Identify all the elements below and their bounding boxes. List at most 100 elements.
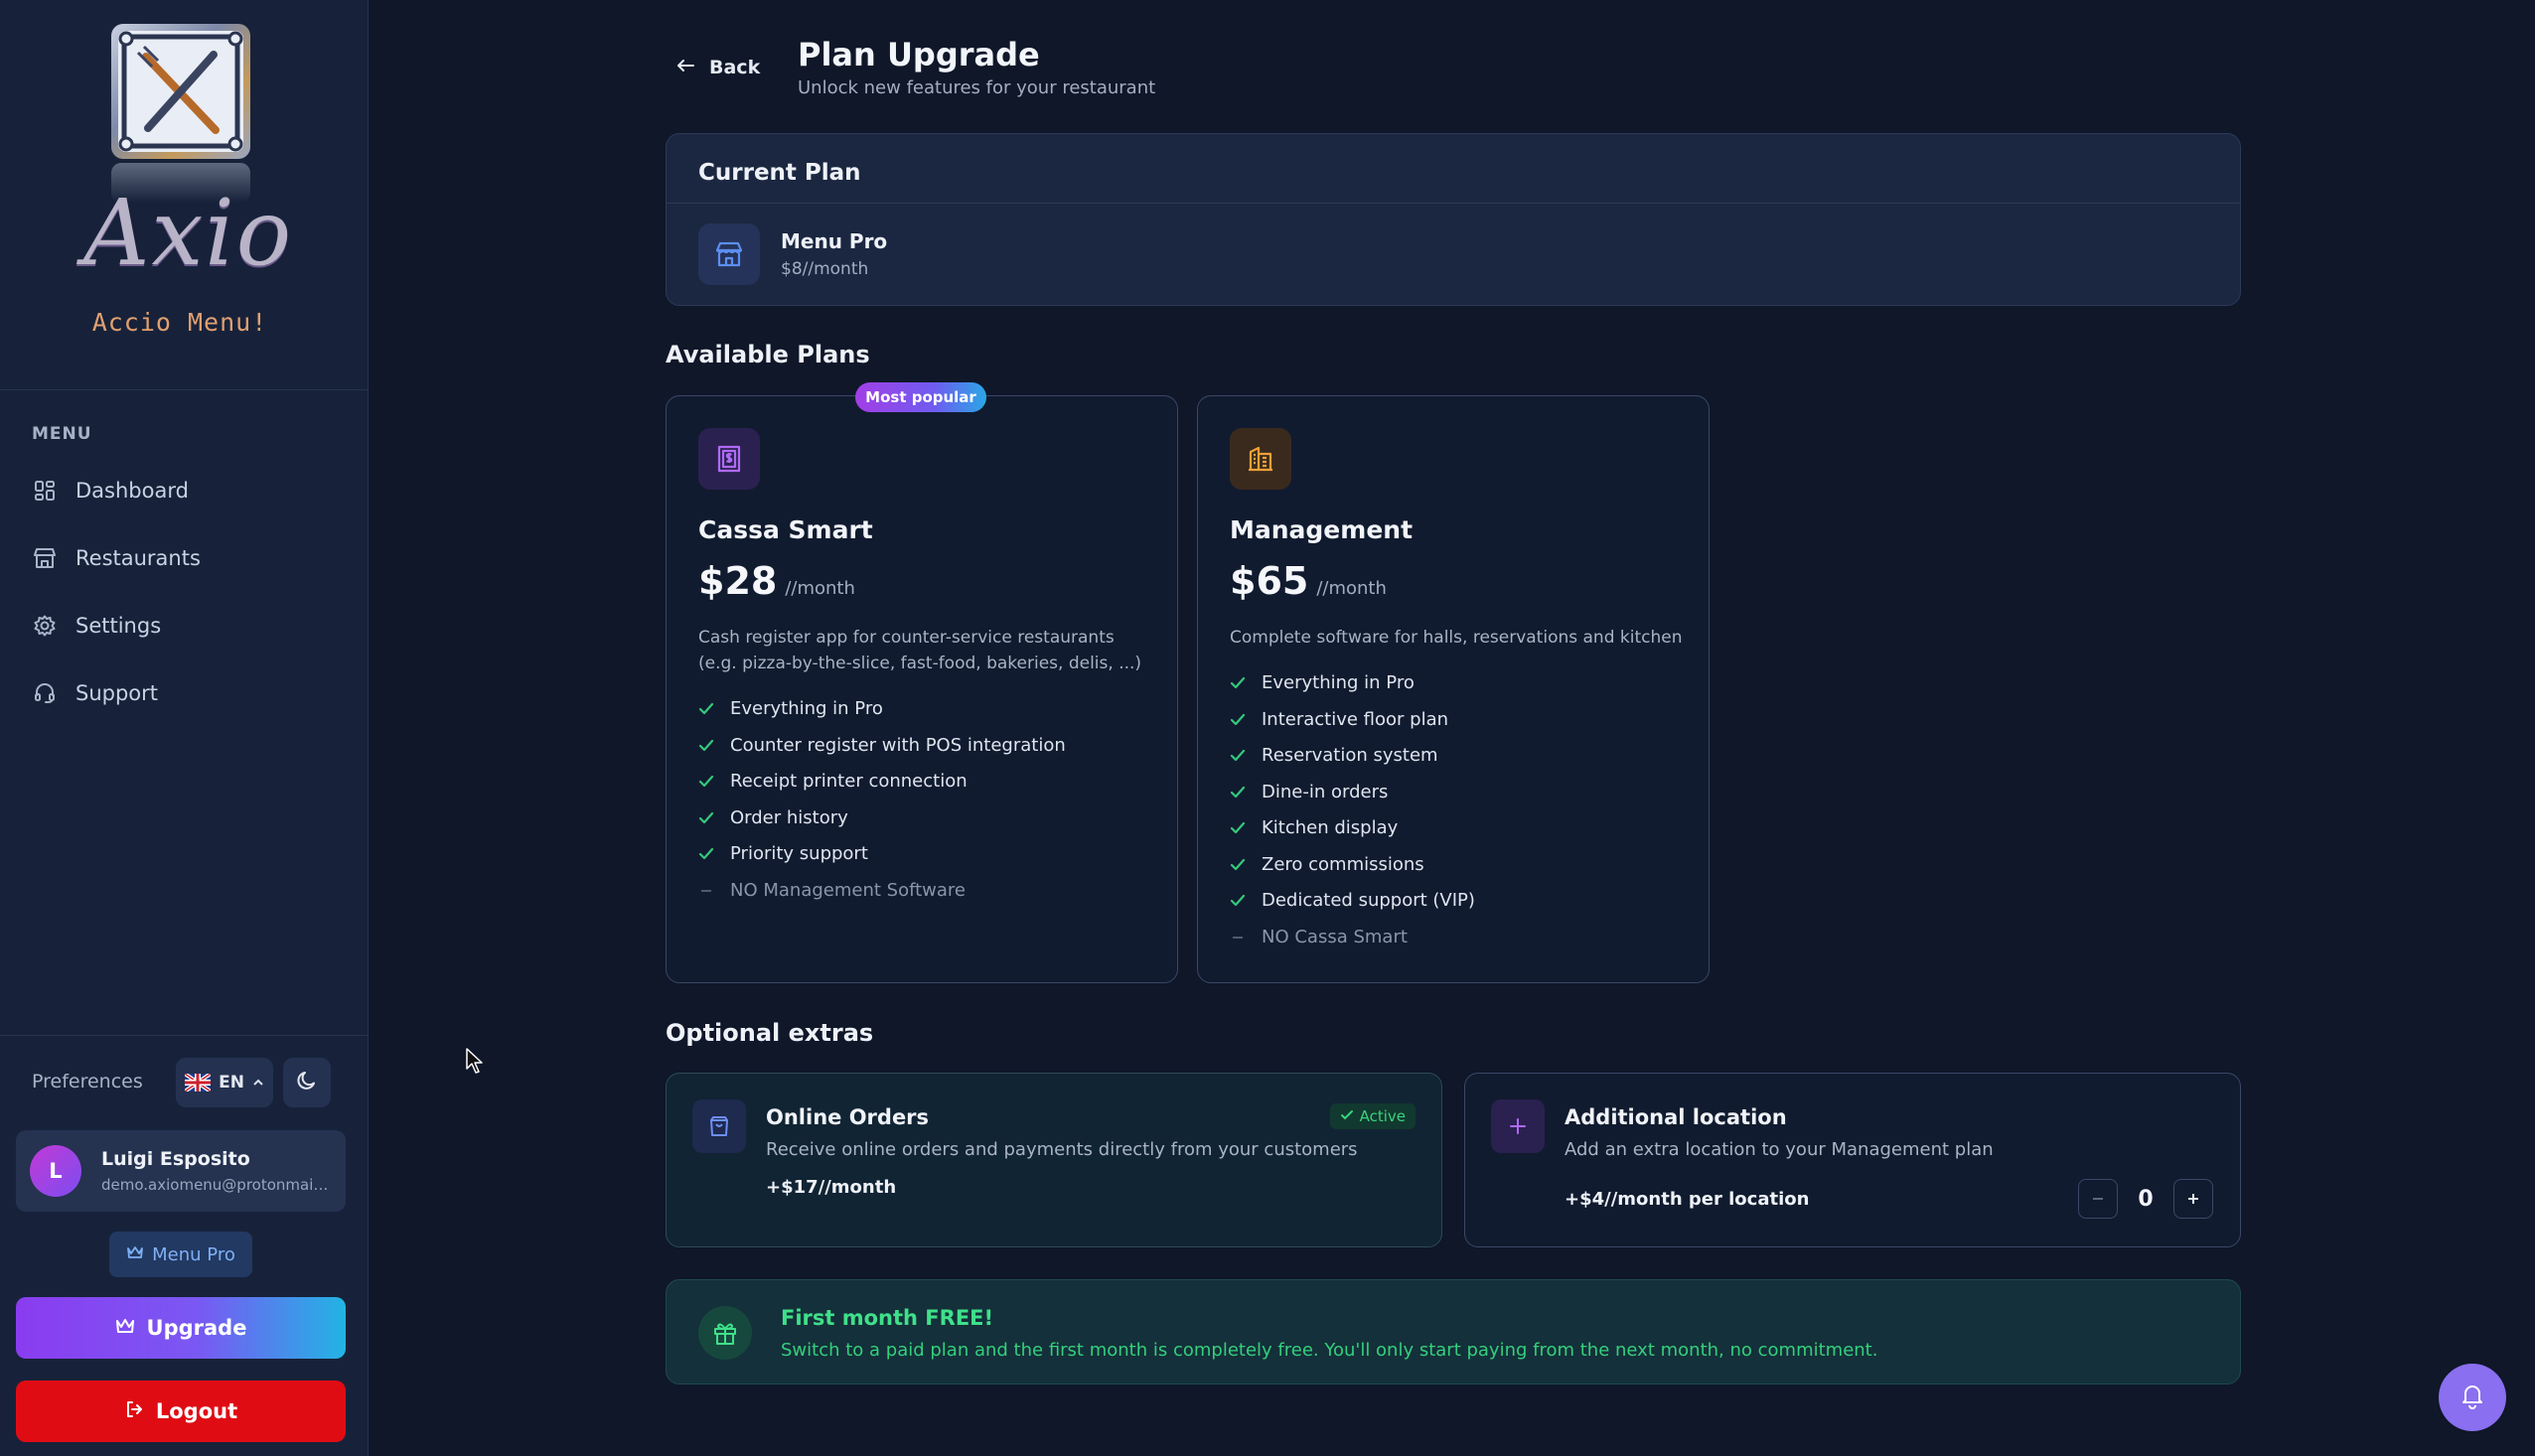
extra-card-additional-location: Additional location Add an extra locatio…: [1464, 1073, 2241, 1247]
current-plan-badge: Menu Pro: [109, 1232, 252, 1277]
plan-feature-text: NO Management Software: [730, 880, 966, 901]
promo-title: First month FREE!: [781, 1306, 994, 1330]
crown-icon: [126, 1244, 144, 1265]
arrow-left-icon: [675, 57, 695, 78]
check-icon: [698, 846, 714, 862]
user-email: demo.axiomenu@protonmail.com: [101, 1176, 330, 1194]
extra-description: Receive online orders and payments direc…: [766, 1139, 1358, 1160]
avatar: L: [30, 1145, 81, 1197]
page-subtitle: Unlock new features for your restaurant: [798, 77, 1156, 98]
brand-logo[interactable]: Axio Accio Menu!: [0, 0, 369, 377]
plan-feature-text: Dine-in orders: [1262, 782, 1389, 802]
check-icon: [1230, 675, 1246, 691]
language-code: EN: [219, 1073, 244, 1092]
receipt-dollar-icon: [698, 428, 760, 490]
plan-card-management[interactable]: Management $65 //month Complete software…: [1197, 395, 1710, 983]
check-icon: [1230, 820, 1246, 836]
plan-feature: Dine-in orders: [1230, 782, 1388, 802]
minus-icon: [2091, 1187, 2105, 1212]
plan-price: $28 //month: [698, 559, 855, 603]
notifications-button[interactable]: [2439, 1364, 2506, 1431]
plan-price-period: //month: [785, 578, 855, 599]
plan-feature-excluded: NO Cassa Smart: [1230, 927, 1408, 947]
decrement-button[interactable]: [2078, 1179, 2118, 1219]
current-plan-name: Menu Pro: [781, 229, 888, 253]
plan-feature-text: Counter register with POS integration: [730, 735, 1066, 756]
check-icon: [698, 774, 714, 790]
sidebar-item-label: Dashboard: [75, 479, 189, 503]
plan-feature-text: Kitchen display: [1262, 817, 1399, 838]
plan-name: Management: [1230, 515, 1414, 544]
plan-feature-text: Reservation system: [1262, 745, 1438, 766]
bell-icon: [2459, 1382, 2486, 1413]
logout-button[interactable]: Logout: [16, 1381, 346, 1442]
theme-toggle-button[interactable]: [283, 1058, 331, 1107]
menu-heading: MENU: [32, 424, 92, 444]
dash-icon: [1230, 930, 1246, 946]
dashboard-grid-icon: [32, 478, 58, 504]
plan-feature-text: Dedicated support (VIP): [1262, 890, 1475, 911]
fork-knife-icon: [118, 31, 243, 152]
gear-icon: [32, 613, 58, 639]
chevron-up-icon: [252, 1073, 264, 1092]
sidebar-item-restaurants[interactable]: Restaurants: [18, 530, 352, 586]
plan-feature-text: Everything in Pro: [1262, 672, 1415, 693]
language-selector[interactable]: EN: [176, 1058, 273, 1107]
shopping-bag-icon: [692, 1099, 746, 1153]
page-title: Plan Upgrade: [798, 36, 1040, 73]
plan-feature-text: Receipt printer connection: [730, 771, 968, 792]
check-icon: [1230, 857, 1246, 873]
brand-tagline: Accio Menu!: [91, 308, 268, 337]
increment-button[interactable]: [2173, 1179, 2213, 1219]
logo-emblem: [111, 24, 250, 159]
plan-feature-text: Priority support: [730, 843, 868, 864]
plan-feature: Kitchen display: [1230, 817, 1398, 838]
plan-feature: Interactive floor plan: [1230, 709, 1448, 730]
sidebar-item-label: Support: [75, 681, 159, 705]
store-icon: [698, 223, 760, 285]
plan-feature: Everything in Pro: [698, 698, 883, 719]
plan-card-cassa-smart[interactable]: Most popular Cassa Smart $28 //month Cas…: [666, 382, 1178, 983]
preferences-label: Preferences: [32, 1071, 143, 1092]
plan-feature: Order history: [698, 807, 848, 828]
most-popular-badge: Most popular: [855, 382, 986, 412]
sidebar-divider: [0, 1035, 369, 1036]
moon-icon: [296, 1070, 318, 1095]
mouse-cursor-icon: [465, 1047, 485, 1079]
user-profile-card[interactable]: L Luigi Esposito demo.axiomenu@protonmai…: [16, 1130, 346, 1212]
extra-description: Add an extra location to your Management…: [1565, 1139, 1994, 1160]
sidebar-item-dashboard[interactable]: Dashboard: [18, 463, 352, 518]
optional-extras-heading: Optional extras: [666, 1019, 874, 1047]
extra-title: Additional location: [1565, 1105, 1787, 1129]
plan-feature-text: Everything in Pro: [730, 698, 883, 719]
sidebar-item-label: Restaurants: [75, 546, 201, 570]
plan-price-amount: $28: [698, 559, 778, 603]
check-icon: [1230, 785, 1246, 801]
plan-feature-excluded: NO Management Software: [698, 880, 966, 901]
plan-feature-text: Interactive floor plan: [1262, 709, 1449, 730]
extra-price: +$4//month per location: [1565, 1189, 1810, 1210]
logo-text: Axio: [83, 180, 294, 286]
plus-icon: [1491, 1099, 1545, 1153]
current-plan-price: $8//month: [781, 259, 869, 279]
plan-feature: Dedicated support (VIP): [1230, 890, 1475, 911]
check-icon: [698, 738, 714, 754]
sidebar-item-settings[interactable]: Settings: [18, 598, 352, 654]
headset-icon: [32, 680, 58, 706]
back-button[interactable]: Back: [675, 50, 760, 85]
logout-button-label: Logout: [155, 1399, 238, 1423]
check-icon: [1230, 748, 1246, 764]
status-badge: Active: [1329, 1103, 1416, 1129]
check-icon: [698, 810, 714, 826]
plan-feature: Zero commissions: [1230, 854, 1424, 875]
extra-card-online-orders[interactable]: Online Orders Receive online orders and …: [666, 1073, 1442, 1247]
uk-flag-icon: [185, 1074, 212, 1092]
current-plan-badge-label: Menu Pro: [152, 1243, 235, 1265]
sidebar-item-support[interactable]: Support: [18, 665, 352, 721]
plan-feature-text: NO Cassa Smart: [1262, 927, 1408, 947]
plan-description: Complete software for halls, reservation…: [1230, 628, 1683, 648]
plan-price: $65 //month: [1230, 559, 1387, 603]
plan-price-period: //month: [1316, 578, 1387, 599]
upgrade-button[interactable]: Upgrade: [16, 1297, 346, 1359]
check-icon: [1230, 712, 1246, 728]
